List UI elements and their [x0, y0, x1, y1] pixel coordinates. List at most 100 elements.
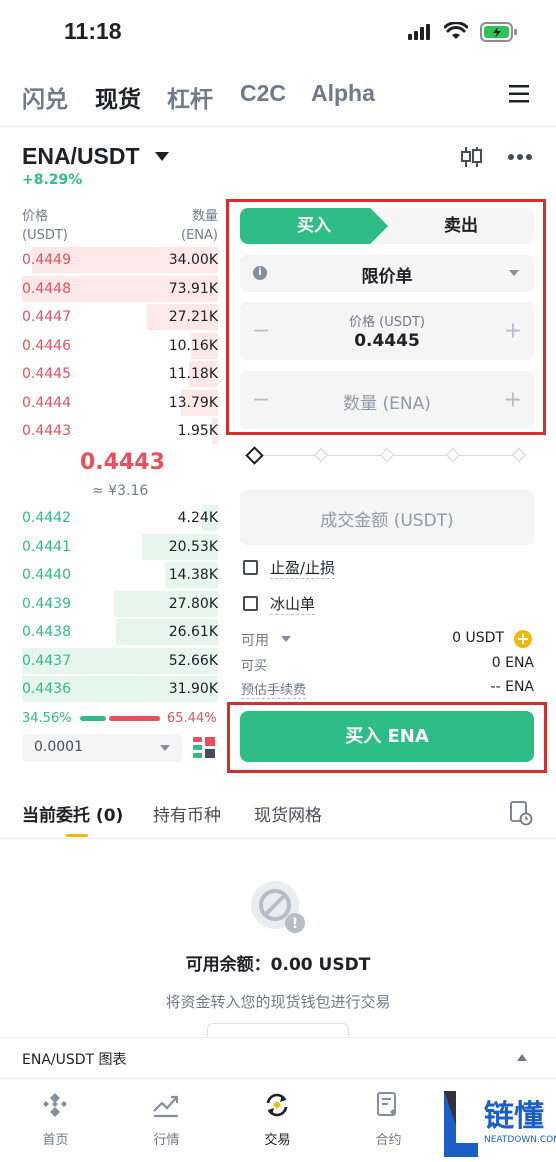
mid-price[interactable]: 0.4443	[80, 450, 165, 475]
no-balance-icon: !	[251, 881, 305, 933]
add-funds-icon[interactable]: +	[514, 630, 532, 648]
total-input[interactable]: 成交金额 (USDT)	[240, 490, 534, 545]
slider-mark-25[interactable]	[313, 447, 329, 463]
slider-mark-100[interactable]	[511, 447, 527, 463]
price-change: +8.29%	[22, 172, 83, 188]
bid-row[interactable]: 0.4438 26.61K	[22, 618, 218, 646]
watermark-logo: 链懂 NEATDOWN.COM	[440, 1085, 556, 1161]
tab-holdings[interactable]: 持有币种	[153, 801, 221, 826]
watermark-l-icon	[444, 1091, 478, 1157]
orderbook-qty-header: 数量 (ENA)	[150, 207, 218, 245]
top-nav-margin[interactable]: 杠杆	[167, 80, 213, 114]
qty-header-label: 数量	[191, 209, 218, 224]
wifi-icon	[444, 22, 468, 39]
ask-row[interactable]: 0.4447 27.21K	[22, 303, 218, 331]
bid-price: 0.4438	[22, 624, 71, 640]
ask-row[interactable]: 0.4448 73.91K	[22, 275, 218, 303]
bid-row[interactable]: 0.4440 14.38K	[22, 561, 218, 589]
available-value: 0 USDT	[452, 630, 504, 646]
can-buy-value: 0 ENA	[491, 655, 534, 671]
ask-row[interactable]: 0.4446 10.16K	[22, 332, 218, 360]
orderbook-layout-icon[interactable]	[193, 737, 215, 759]
chart-bar-label: ENA/USDT 图表	[22, 1052, 127, 1068]
iceberg-label[interactable]: 冰山单	[270, 593, 316, 615]
ask-row[interactable]: 0.4445 11.18K	[22, 360, 218, 388]
more-icon[interactable]	[507, 153, 533, 161]
candlestick-chart-icon[interactable]	[459, 145, 483, 169]
ask-price: 0.4443	[22, 423, 71, 439]
chart-bar[interactable]: ENA/USDT 图表	[0, 1037, 556, 1077]
iceberg-checkbox[interactable]	[243, 596, 258, 611]
ask-qty: 73.91K	[168, 280, 218, 297]
bid-row[interactable]: 0.4439 27.80K	[22, 590, 218, 618]
top-nav-spot[interactable]: 现货	[95, 80, 141, 114]
slider-mark-50[interactable]	[379, 447, 395, 463]
ask-price: 0.4448	[22, 280, 71, 297]
bid-qty: 31.90K	[168, 681, 218, 697]
bid-row[interactable]: 0.4437 52.66K	[22, 647, 218, 675]
sell-ratio: 65.44%	[167, 711, 217, 726]
transfer-button[interactable]	[207, 1023, 349, 1037]
ask-qty: 34.00K	[168, 252, 218, 268]
slider-handle[interactable]	[245, 446, 264, 465]
menu-icon[interactable]	[509, 84, 531, 104]
ask-qty: 13.79K	[168, 394, 218, 411]
ask-row[interactable]: 0.4444 13.79K	[22, 389, 218, 417]
bid-qty: 14.38K	[168, 567, 218, 583]
battery-icon	[480, 22, 517, 42]
chevron-down-icon	[160, 745, 170, 751]
header-divider	[0, 126, 556, 127]
signal-icon	[408, 24, 430, 40]
mid-price-cny: ≈ ¥3.16	[92, 483, 149, 499]
ask-price: 0.4449	[22, 252, 71, 268]
bid-qty: 26.61K	[168, 624, 218, 640]
price-header-label: 价格	[22, 209, 49, 224]
ask-row[interactable]: 0.4449 34.00K	[22, 246, 218, 274]
tp-sl-checkbox[interactable]	[243, 560, 258, 575]
price-header-unit: (USDT)	[22, 228, 68, 243]
nav-futures-label: 合约	[375, 1133, 402, 1148]
ask-price: 0.4444	[22, 394, 71, 411]
chevron-up-icon[interactable]	[517, 1054, 527, 1061]
can-buy-label: 可买	[241, 659, 268, 674]
watermark-text: 链懂	[484, 1099, 544, 1134]
tab-spot-grid[interactable]: 现货网格	[254, 801, 322, 826]
bid-row[interactable]: 0.4436 31.90K	[22, 675, 218, 703]
nav-trade-label: 交易	[264, 1133, 291, 1148]
qty-header-unit: (ENA)	[181, 228, 218, 243]
nav-trade[interactable]: 交易	[222, 1079, 333, 1162]
home-icon	[43, 1093, 67, 1117]
caret-down-icon[interactable]	[155, 152, 169, 161]
ask-qty: 27.21K	[168, 309, 218, 325]
bid-qty: 4.24K	[177, 510, 218, 526]
ask-price: 0.4447	[22, 309, 71, 325]
tp-sl-label[interactable]: 止盈/止损	[270, 557, 336, 579]
bid-qty: 20.53K	[168, 538, 218, 555]
chevron-down-icon[interactable]	[281, 636, 291, 642]
nav-home-label: 首页	[42, 1133, 69, 1148]
precision-select[interactable]: 0.0001	[22, 734, 182, 762]
orderbook-price-header: 价格 (USDT)	[22, 207, 68, 245]
fee-label[interactable]: 预估手续费	[241, 679, 307, 699]
tab-open-orders[interactable]: 当前委托 (0)	[22, 801, 123, 826]
empty-state-title: 可用余额：0.00 USDT	[185, 955, 371, 975]
ask-price: 0.4445	[22, 366, 71, 382]
slider-mark-75[interactable]	[445, 447, 461, 463]
bid-row[interactable]: 0.4441 20.53K	[22, 533, 218, 561]
bid-row[interactable]: 0.4442 4.24K	[22, 504, 218, 532]
buy-ratio: 34.56%	[22, 711, 72, 726]
orders-tabs: 当前委托 (0) 持有币种 现货网格	[0, 793, 556, 839]
top-nav-c2c[interactable]: C2C	[240, 80, 286, 107]
pair-selector[interactable]: ENA/USDT	[22, 143, 140, 170]
nav-futures[interactable]: 合约	[333, 1079, 444, 1162]
top-nav: 闪兑 现货 杠杆 C2C Alpha	[0, 72, 556, 124]
order-history-icon[interactable]	[509, 800, 533, 826]
top-nav-convert[interactable]: 闪兑	[22, 80, 68, 114]
status-bar: 11:18	[0, 0, 556, 66]
ask-row[interactable]: 0.4443 1.95K	[22, 417, 218, 445]
bid-price: 0.4437	[22, 652, 71, 669]
empty-state-subtitle: 将资金转入您的现货钱包进行交易	[165, 993, 391, 1011]
nav-markets[interactable]: 行情	[111, 1079, 222, 1162]
nav-home[interactable]: 首页	[0, 1079, 111, 1162]
top-nav-alpha[interactable]: Alpha	[311, 80, 375, 107]
